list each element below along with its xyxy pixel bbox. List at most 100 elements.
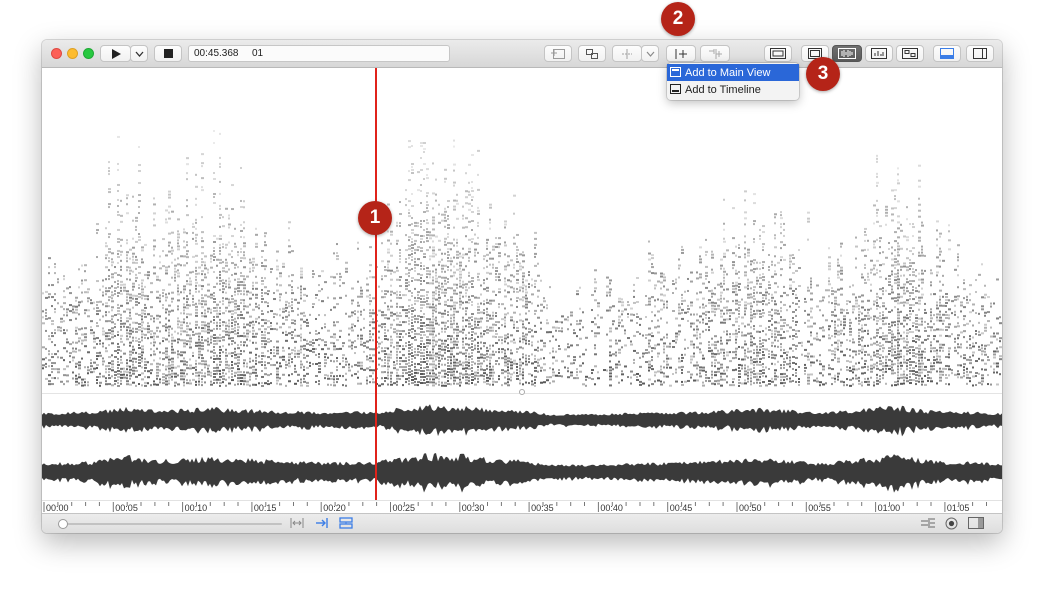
show-side-panel-button[interactable] bbox=[966, 45, 994, 62]
spectrogram-cell bbox=[117, 162, 119, 165]
spectrogram-cell bbox=[336, 339, 339, 342]
spectrogram-cell bbox=[432, 246, 435, 249]
layout-grid-button[interactable] bbox=[896, 45, 924, 62]
spectrogram-cell bbox=[444, 279, 446, 282]
spectrogram-cell bbox=[414, 317, 417, 320]
add-pane-button[interactable] bbox=[666, 45, 696, 62]
spectrogram-cell bbox=[417, 294, 419, 297]
spectrogram-cell bbox=[618, 324, 620, 327]
spectrogram-cell bbox=[471, 301, 473, 303]
spectrogram-cell bbox=[681, 356, 684, 359]
spectrogram-cell bbox=[141, 378, 144, 381]
minimize-window-button[interactable] bbox=[67, 48, 78, 59]
spectrogram-cell bbox=[783, 303, 786, 306]
stop-button[interactable] bbox=[154, 45, 182, 62]
spectrogram-cell bbox=[369, 330, 371, 333]
add-annotation-button[interactable] bbox=[612, 45, 642, 62]
spectrogram-cell bbox=[462, 301, 464, 304]
spectrogram-cell bbox=[651, 356, 653, 359]
layout-bars-button[interactable] bbox=[865, 45, 893, 62]
spectrogram-cell bbox=[762, 369, 765, 372]
spectrogram-cell bbox=[717, 283, 720, 286]
spectrogram-cell bbox=[414, 308, 416, 311]
spectrogram-cell bbox=[567, 328, 569, 331]
spectrogram-cell bbox=[66, 314, 68, 317]
show-bottom-panel-button[interactable] bbox=[933, 45, 961, 62]
spectrogram-cell bbox=[768, 382, 771, 385]
spectrogram-cell bbox=[762, 366, 764, 369]
spectrogram-cell bbox=[726, 339, 729, 342]
layout-waveform-button[interactable] bbox=[832, 45, 862, 62]
spectrogram-cell bbox=[414, 233, 417, 236]
spectrogram-cell bbox=[726, 312, 728, 315]
spectrogram-cell bbox=[132, 351, 134, 354]
spectrogram-cell bbox=[234, 263, 237, 266]
spectrogram-cell bbox=[105, 302, 108, 305]
spectrogram-cell bbox=[45, 347, 47, 350]
spectrogram-cell bbox=[222, 312, 225, 315]
spectrogram-cell bbox=[579, 307, 581, 310]
spectrogram-cell bbox=[132, 270, 134, 273]
spectrogram-cell bbox=[423, 241, 425, 243]
spectrogram-cell bbox=[264, 319, 267, 322]
spectrogram-cell bbox=[294, 340, 297, 343]
spectrogram-cell bbox=[60, 380, 63, 383]
add-marker-button[interactable] bbox=[544, 45, 572, 62]
spectrogram-cell bbox=[186, 364, 188, 367]
spectrogram-cell bbox=[735, 308, 738, 311]
spectrogram-cell bbox=[747, 296, 750, 299]
annotation-options-dropdown[interactable] bbox=[641, 45, 659, 62]
spectrogram-cell bbox=[270, 271, 272, 274]
spectrogram-cell bbox=[720, 264, 723, 267]
play-button[interactable] bbox=[100, 45, 131, 62]
spectrogram-cell bbox=[477, 221, 479, 224]
spectrogram-cell bbox=[642, 355, 644, 358]
spectrogram-cell bbox=[711, 307, 714, 310]
spectrogram-cell bbox=[273, 292, 275, 295]
spectrogram-cell bbox=[225, 321, 227, 324]
spectrogram-cell bbox=[738, 345, 740, 348]
spectrogram-cell bbox=[483, 279, 485, 282]
merge-layers-button[interactable] bbox=[700, 45, 730, 62]
spectrogram-cell bbox=[756, 276, 758, 279]
spectrogram-cell bbox=[696, 331, 698, 334]
spectrogram-cell bbox=[171, 327, 173, 330]
spectrogram-cell bbox=[168, 250, 171, 253]
spectrogram-cell bbox=[480, 365, 482, 368]
spectrogram-cell bbox=[228, 364, 230, 367]
close-window-button[interactable] bbox=[51, 48, 62, 59]
spectrogram-cell bbox=[66, 338, 68, 341]
spectrogram-cell bbox=[504, 226, 506, 229]
layout-overview-button[interactable] bbox=[764, 45, 792, 62]
spectrogram-cell bbox=[774, 237, 776, 240]
spectrogram-cell bbox=[291, 352, 293, 355]
spectrogram-cell bbox=[420, 241, 422, 243]
spectrogram-cell bbox=[474, 260, 477, 263]
spectrogram-cell bbox=[444, 213, 446, 216]
spectrogram-cell bbox=[333, 342, 335, 345]
zoom-window-button[interactable] bbox=[83, 48, 94, 59]
split-region-button[interactable] bbox=[578, 45, 606, 62]
spectrogram-cell bbox=[714, 311, 716, 314]
spectrogram-cell bbox=[135, 360, 137, 363]
spectrogram-cell bbox=[396, 239, 399, 242]
spectrogram-cell bbox=[57, 281, 59, 284]
spectrogram-cell bbox=[135, 339, 138, 342]
spectrogram[interactable] bbox=[42, 68, 1002, 393]
spectrogram-cell bbox=[111, 306, 114, 309]
spectrogram-cell bbox=[228, 328, 230, 331]
spectrogram-cell bbox=[639, 383, 642, 386]
spectrogram-cell bbox=[501, 369, 504, 372]
spectrogram-cell bbox=[777, 312, 780, 315]
spectrogram-cell bbox=[297, 334, 300, 337]
spectrogram-cell bbox=[63, 368, 66, 371]
spectrogram-cell bbox=[621, 313, 623, 316]
spectrogram-cell bbox=[105, 293, 107, 296]
spectrogram-cell bbox=[669, 366, 672, 369]
spectrogram-cell bbox=[396, 350, 398, 353]
spectrogram-cell bbox=[192, 255, 195, 258]
spectrogram-cell bbox=[531, 341, 533, 344]
spectrogram-cell bbox=[165, 356, 168, 359]
spectrogram-cell bbox=[771, 308, 773, 311]
play-options-dropdown[interactable] bbox=[130, 45, 148, 62]
